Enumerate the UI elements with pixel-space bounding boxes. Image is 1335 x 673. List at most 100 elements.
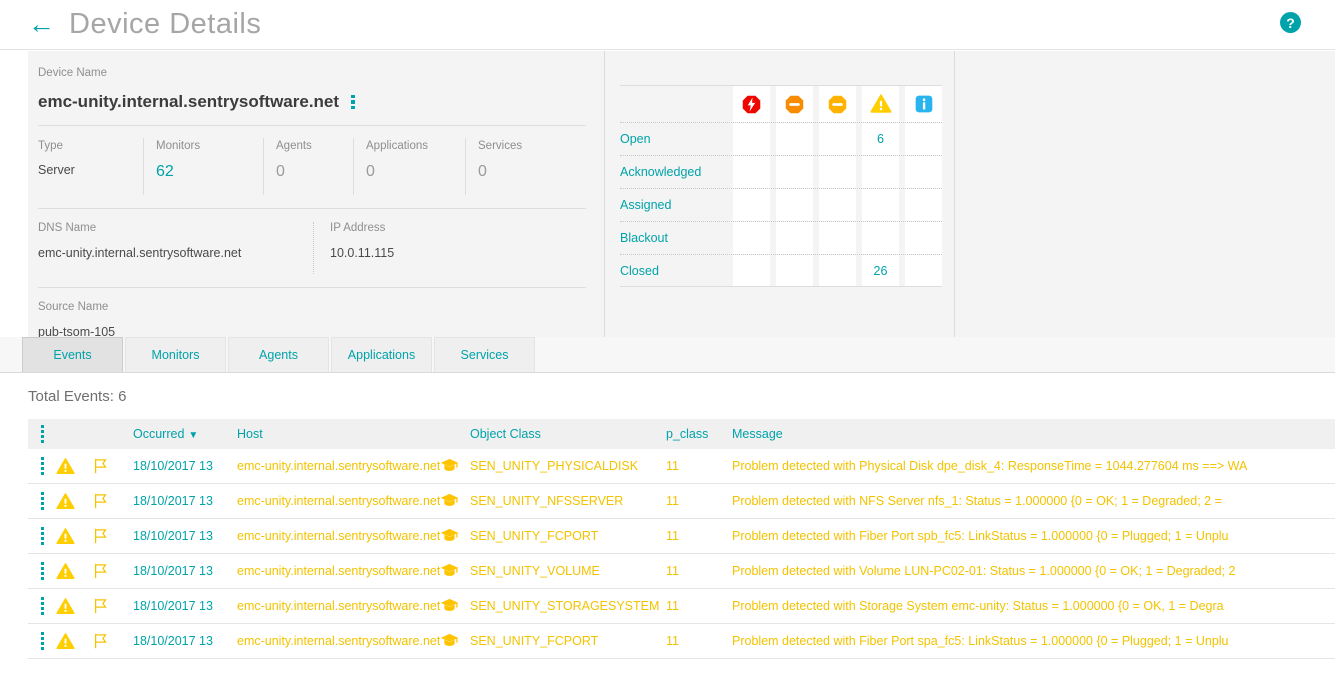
device-name-label: Device Name [38,67,586,79]
flag-icon[interactable] [92,597,133,615]
summary-closed-major [776,255,813,286]
ip-address-value: 10.0.11.115 [330,246,394,260]
row-menu-icon[interactable] [28,562,56,580]
column-header-object-class[interactable]: Object Class [470,427,666,441]
event-occurred: 18/10/2017 13 [133,634,237,648]
divider [38,208,586,209]
event-summary-panel: Open 6 Acknowledged Assigned [605,51,955,337]
tab-monitors[interactable]: Monitors [125,337,226,372]
summary-assigned-info [905,189,942,221]
knowledge-cap-icon[interactable] [440,458,459,474]
summary-row-acknowledged: Acknowledged [620,155,942,188]
flag-icon[interactable] [92,527,133,545]
help-icon[interactable]: ? [1280,12,1301,33]
severity-info-icon [905,86,942,122]
column-header-host[interactable]: Host [237,427,470,441]
row-menu-icon[interactable] [28,597,56,615]
stat-type-value: Server [38,163,143,177]
summary-label-open[interactable]: Open [620,123,727,155]
summary-assigned-minor [819,189,856,221]
summary-ack-minor [819,156,856,188]
total-events-text: Total Events: 6 [28,388,1335,405]
tab-agents[interactable]: Agents [228,337,329,372]
event-host[interactable]: emc-unity.internal.sentrysoftware.net [237,563,470,579]
summary-closed-warning[interactable]: 26 [862,255,899,286]
flag-icon[interactable] [92,562,133,580]
event-host[interactable]: emc-unity.internal.sentrysoftware.net [237,493,470,509]
warning-triangle-icon [56,562,92,581]
summary-open-warning[interactable]: 6 [862,123,899,155]
event-summary-header-row [620,85,942,122]
summary-row-blackout: Blackout [620,221,942,254]
device-name-value: emc-unity.internal.sentrysoftware.net [38,92,339,112]
empty-panel [955,51,1335,337]
row-menu-icon[interactable] [28,457,56,475]
severity-warning-icon [862,86,899,122]
summary-label-closed[interactable]: Closed [620,255,727,286]
row-menu-icon[interactable] [28,632,56,650]
summary-open-minor [819,123,856,155]
stat-services-label: Services [478,140,586,152]
tab-bar: Events Monitors Agents Applications Serv… [0,337,1335,373]
event-host[interactable]: emc-unity.internal.sentrysoftware.net [237,598,470,614]
event-row[interactable]: 18/10/2017 13 emc-unity.internal.sentrys… [28,624,1335,659]
summary-open-info [905,123,942,155]
event-host[interactable]: emc-unity.internal.sentrysoftware.net [237,528,470,544]
summary-ack-info [905,156,942,188]
event-object-class: SEN_UNITY_STORAGESYSTEM [470,599,666,613]
summary-blackout-info [905,222,942,254]
event-row[interactable]: 18/10/2017 13 emc-unity.internal.sentrys… [28,589,1335,624]
summary-blackout-warning [862,222,899,254]
event-host[interactable]: emc-unity.internal.sentrysoftware.net [237,633,470,649]
row-menu-icon[interactable] [28,492,56,510]
tab-applications[interactable]: Applications [331,337,432,372]
event-message: Problem detected with Fiber Port spa_fc5… [732,634,1335,648]
summary-row-open: Open 6 [620,122,942,155]
event-host[interactable]: emc-unity.internal.sentrysoftware.net [237,458,470,474]
stat-monitors-value[interactable]: 62 [156,163,263,181]
back-arrow-icon[interactable]: ← [28,11,55,38]
summary-assigned-major [776,189,813,221]
total-events-count: 6 [118,388,126,405]
severity-minor-icon [819,86,856,122]
event-p-class: 11 [666,494,732,508]
summary-assigned-warning [862,189,899,221]
device-actions-menu-icon[interactable] [351,95,355,110]
summary-open-critical [733,123,770,155]
summary-label-acknowledged[interactable]: Acknowledged [620,156,727,188]
app-header: ← Device Details ? [0,0,1335,50]
event-row[interactable]: 18/10/2017 13 emc-unity.internal.sentrys… [28,449,1335,484]
event-row[interactable]: 18/10/2017 13 emc-unity.internal.sentrys… [28,519,1335,554]
knowledge-cap-icon[interactable] [440,528,459,544]
table-menu-icon[interactable] [28,425,56,443]
flag-icon[interactable] [92,492,133,510]
divider [38,125,586,126]
summary-blackout-minor [819,222,856,254]
column-header-message[interactable]: Message [732,427,1335,441]
dns-name-label: DNS Name [38,222,313,234]
event-object-class: SEN_UNITY_NFSSERVER [470,494,666,508]
summary-label-blackout[interactable]: Blackout [620,222,727,254]
source-name-label: Source Name [38,301,586,313]
stat-type-label: Type [38,140,143,152]
event-occurred: 18/10/2017 13 [133,599,237,613]
divider [38,287,586,288]
event-row[interactable]: 18/10/2017 13 emc-unity.internal.sentrys… [28,484,1335,519]
knowledge-cap-icon[interactable] [440,493,459,509]
warning-triangle-icon [56,492,92,511]
column-header-occurred[interactable]: Occurred▼ [133,427,237,441]
knowledge-cap-icon[interactable] [440,633,459,649]
tab-events[interactable]: Events [22,337,123,372]
flag-icon[interactable] [92,632,133,650]
event-p-class: 11 [666,634,732,648]
summary-closed-info [905,255,942,286]
row-menu-icon[interactable] [28,527,56,545]
event-row[interactable]: 18/10/2017 13 emc-unity.internal.sentrys… [28,554,1335,589]
tab-services[interactable]: Services [434,337,535,372]
flag-icon[interactable] [92,457,133,475]
summary-label-assigned[interactable]: Assigned [620,189,727,221]
knowledge-cap-icon[interactable] [440,563,459,579]
knowledge-cap-icon[interactable] [440,598,459,614]
column-header-p-class[interactable]: p_class [666,427,732,441]
stat-agents-value: 0 [276,163,353,181]
